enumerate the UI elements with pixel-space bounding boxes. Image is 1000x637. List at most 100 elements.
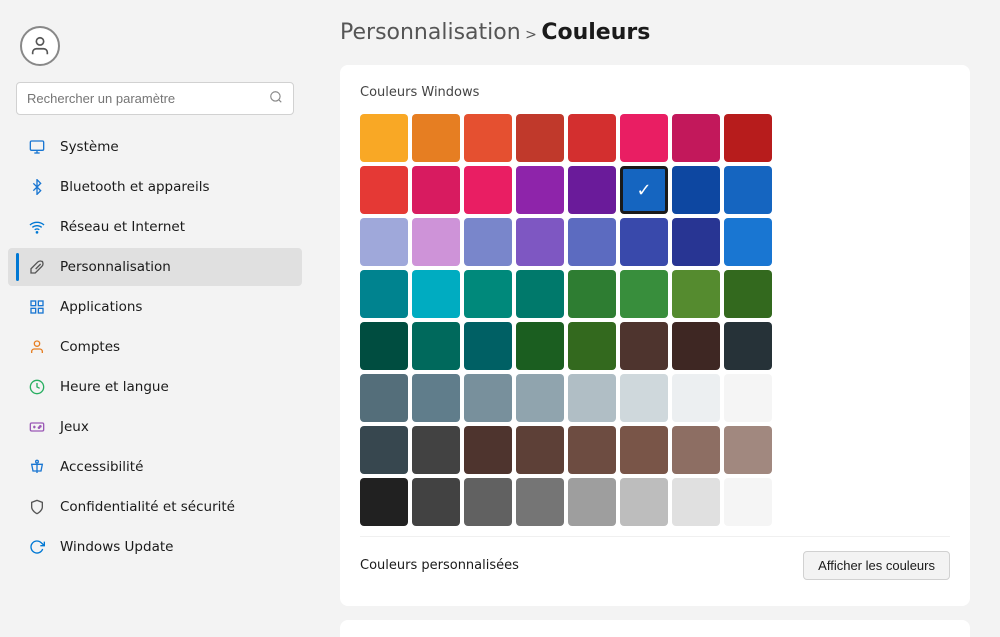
color-swatch-55[interactable]: [724, 426, 772, 474]
custom-colors-label: Couleurs personnalisées: [360, 558, 519, 573]
color-swatch-35[interactable]: [516, 322, 564, 370]
color-swatch-24[interactable]: [360, 270, 408, 318]
color-swatch-15[interactable]: [724, 166, 772, 214]
color-swatch-14[interactable]: [672, 166, 720, 214]
color-swatch-22[interactable]: [672, 218, 720, 266]
color-swatch-38[interactable]: [672, 322, 720, 370]
color-swatch-40[interactable]: [360, 374, 408, 422]
color-swatch-6[interactable]: [672, 114, 720, 162]
color-swatch-25[interactable]: [412, 270, 460, 318]
sidebar-item-applications[interactable]: Applications: [8, 288, 302, 326]
color-swatch-11[interactable]: [516, 166, 564, 214]
sidebar-item-systeme[interactable]: Système: [8, 128, 302, 166]
color-swatch-9[interactable]: [412, 166, 460, 214]
custom-colors-row: Couleurs personnalisées Afficher les cou…: [360, 536, 950, 586]
color-swatch-27[interactable]: [516, 270, 564, 318]
color-swatch-16[interactable]: [360, 218, 408, 266]
color-swatch-12[interactable]: [568, 166, 616, 214]
color-swatch-8[interactable]: [360, 166, 408, 214]
color-swatch-48[interactable]: [360, 426, 408, 474]
color-swatch-5[interactable]: [620, 114, 668, 162]
update-icon: [28, 538, 46, 556]
color-swatch-17[interactable]: [412, 218, 460, 266]
color-swatch-28[interactable]: [568, 270, 616, 318]
color-swatch-33[interactable]: [412, 322, 460, 370]
sidebar-item-label: Bluetooth et appareils: [60, 179, 210, 195]
color-swatch-31[interactable]: [724, 270, 772, 318]
sidebar-item-personnalisation[interactable]: Personnalisation: [8, 248, 302, 286]
avatar-container: [0, 16, 310, 82]
color-swatch-32[interactable]: [360, 322, 408, 370]
color-swatch-54[interactable]: [672, 426, 720, 474]
color-swatch-58[interactable]: [464, 478, 512, 526]
main-content: Personnalisation > Couleurs Couleurs Win…: [310, 0, 1000, 637]
color-swatch-41[interactable]: [412, 374, 460, 422]
color-swatch-20[interactable]: [568, 218, 616, 266]
color-swatch-56[interactable]: [360, 478, 408, 526]
color-swatch-51[interactable]: [516, 426, 564, 474]
windows-colors-card: Couleurs Windows Couleurs personnalisées…: [340, 65, 970, 606]
color-swatch-3[interactable]: [516, 114, 564, 162]
clock-icon: [28, 378, 46, 396]
monitor-icon: [28, 138, 46, 156]
color-swatch-29[interactable]: [620, 270, 668, 318]
color-grid: [360, 114, 950, 526]
search-input[interactable]: [27, 91, 265, 106]
accessibility-icon: [28, 458, 46, 476]
color-swatch-30[interactable]: [672, 270, 720, 318]
sidebar-item-label: Accessibilité: [60, 459, 143, 475]
color-swatch-1[interactable]: [412, 114, 460, 162]
color-swatch-46[interactable]: [672, 374, 720, 422]
color-swatch-63[interactable]: [724, 478, 772, 526]
user-icon: [28, 338, 46, 356]
sidebar-item-accessibilite[interactable]: Accessibilité: [8, 448, 302, 486]
color-swatch-62[interactable]: [672, 478, 720, 526]
color-swatch-57[interactable]: [412, 478, 460, 526]
windows-colors-title: Couleurs Windows: [360, 85, 950, 100]
color-swatch-21[interactable]: [620, 218, 668, 266]
sidebar-item-label: Personnalisation: [60, 259, 171, 275]
color-swatch-18[interactable]: [464, 218, 512, 266]
color-swatch-36[interactable]: [568, 322, 616, 370]
color-swatch-19[interactable]: [516, 218, 564, 266]
color-swatch-50[interactable]: [464, 426, 512, 474]
color-swatch-2[interactable]: [464, 114, 512, 162]
search-box[interactable]: [16, 82, 294, 115]
color-swatch-26[interactable]: [464, 270, 512, 318]
breadcrumb-parent: Personnalisation: [340, 20, 521, 45]
sidebar-item-heure[interactable]: Heure et langue: [8, 368, 302, 406]
sidebar-item-update[interactable]: Windows Update: [8, 528, 302, 566]
color-swatch-23[interactable]: [724, 218, 772, 266]
color-swatch-10[interactable]: [464, 166, 512, 214]
afficher-couleurs-button[interactable]: Afficher les couleurs: [803, 551, 950, 580]
color-swatch-61[interactable]: [620, 478, 668, 526]
color-swatch-13[interactable]: [620, 166, 668, 214]
color-swatch-59[interactable]: [516, 478, 564, 526]
breadcrumb-separator: >: [525, 27, 541, 43]
color-swatch-34[interactable]: [464, 322, 512, 370]
color-swatch-0[interactable]: [360, 114, 408, 162]
sidebar-item-label: Réseau et Internet: [60, 219, 185, 235]
wifi-icon: [28, 218, 46, 236]
sidebar-item-bluetooth[interactable]: Bluetooth et appareils: [8, 168, 302, 206]
color-swatch-37[interactable]: [620, 322, 668, 370]
color-swatch-53[interactable]: [620, 426, 668, 474]
color-swatch-7[interactable]: [724, 114, 772, 162]
color-swatch-44[interactable]: [568, 374, 616, 422]
sidebar-item-comptes[interactable]: Comptes: [8, 328, 302, 366]
sidebar-item-confidentialite[interactable]: Confidentialité et sécurité: [8, 488, 302, 526]
sidebar-item-reseau[interactable]: Réseau et Internet: [8, 208, 302, 246]
color-swatch-49[interactable]: [412, 426, 460, 474]
color-swatch-45[interactable]: [620, 374, 668, 422]
shield-icon: [28, 498, 46, 516]
color-swatch-60[interactable]: [568, 478, 616, 526]
sidebar-item-jeux[interactable]: Jeux: [8, 408, 302, 446]
color-swatch-4[interactable]: [568, 114, 616, 162]
sidebar-item-label: Windows Update: [60, 539, 173, 555]
color-swatch-39[interactable]: [724, 322, 772, 370]
color-swatch-43[interactable]: [516, 374, 564, 422]
toggle-section-card: Afficher la couleur d'accentuation sur l…: [340, 620, 970, 637]
color-swatch-42[interactable]: [464, 374, 512, 422]
color-swatch-47[interactable]: [724, 374, 772, 422]
color-swatch-52[interactable]: [568, 426, 616, 474]
